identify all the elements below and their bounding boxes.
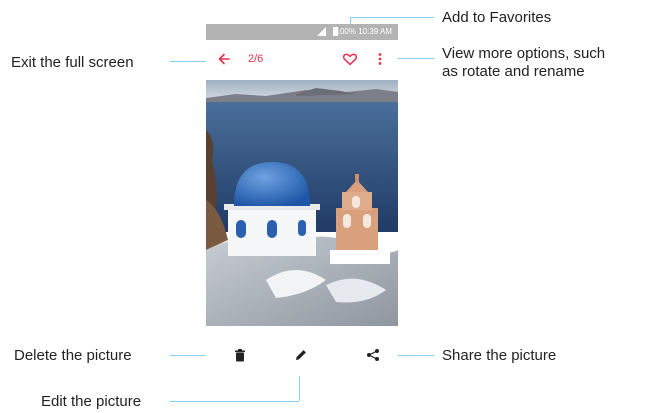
leader-line-exit <box>170 61 206 62</box>
leader-line-favorites <box>350 17 434 18</box>
status-bar: 100% 10:39 AM <box>206 24 398 40</box>
viewer-bottom-bar <box>206 326 398 376</box>
callout-add-to-favorites: Add to Favorites <box>442 9 552 26</box>
more-options-icon[interactable] <box>376 51 384 67</box>
back-arrow-icon[interactable] <box>216 51 232 67</box>
leader-line-edit <box>170 401 299 402</box>
image-counter: 2/6 <box>248 53 264 65</box>
signal-icon <box>317 27 326 36</box>
share-icon[interactable] <box>366 348 380 362</box>
callout-more-options-line1: View more options, such <box>442 45 606 62</box>
trash-icon[interactable] <box>233 348 247 362</box>
viewer-top-bar: 2/6 <box>206 40 398 80</box>
favorite-heart-icon[interactable] <box>342 51 358 67</box>
callout-edit-picture: Edit the picture <box>41 393 142 410</box>
pencil-icon[interactable] <box>294 348 308 362</box>
callout-more-options-line2: as rotate and rename <box>442 63 585 80</box>
callout-delete-picture: Delete the picture <box>14 347 132 364</box>
phone-screen: 100% 10:39 AM 2/6 <box>206 24 398 376</box>
callout-share-picture: Share the picture <box>442 347 557 364</box>
status-text: 100% 10:39 AM <box>335 27 392 36</box>
callout-exit-full-screen: Exit the full screen <box>11 54 134 71</box>
photo-santorini-church[interactable] <box>206 80 398 326</box>
